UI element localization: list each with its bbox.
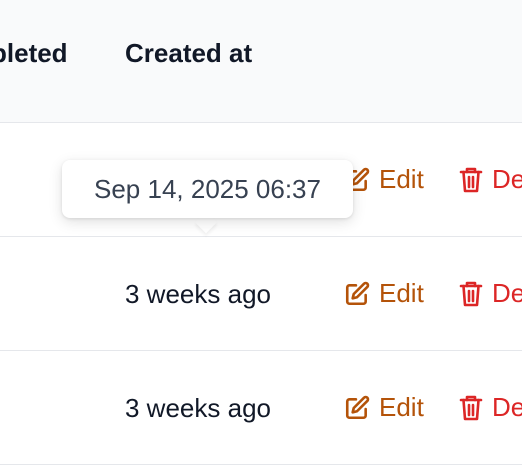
edit-button[interactable]: Edit: [344, 164, 424, 195]
edit-label: Edit: [379, 278, 424, 308]
created-at-cell: 3 weeks ago: [125, 279, 271, 309]
edit-button[interactable]: Edit: [344, 278, 424, 309]
edit-icon: [344, 281, 370, 307]
delete-label: De: [492, 278, 522, 308]
trash-icon: [459, 166, 483, 194]
delete-button[interactable]: De: [459, 164, 522, 195]
column-header-completed[interactable]: pleted: [0, 38, 68, 69]
edit-label: Edit: [379, 164, 424, 194]
created-at-tooltip: Sep 14, 2025 06:37: [62, 160, 353, 218]
delete-label: De: [492, 164, 522, 194]
created-at-cell: 3 weeks ago: [125, 393, 271, 423]
delete-button[interactable]: De: [459, 278, 522, 309]
column-header-created-at[interactable]: Created at: [125, 38, 252, 69]
trash-icon: [459, 280, 483, 308]
table-header: pleted Created at: [0, 0, 522, 123]
table-row: 3 weeks ago Edit De: [0, 237, 522, 351]
table-row: 3 weeks ago Edit De: [0, 351, 522, 465]
